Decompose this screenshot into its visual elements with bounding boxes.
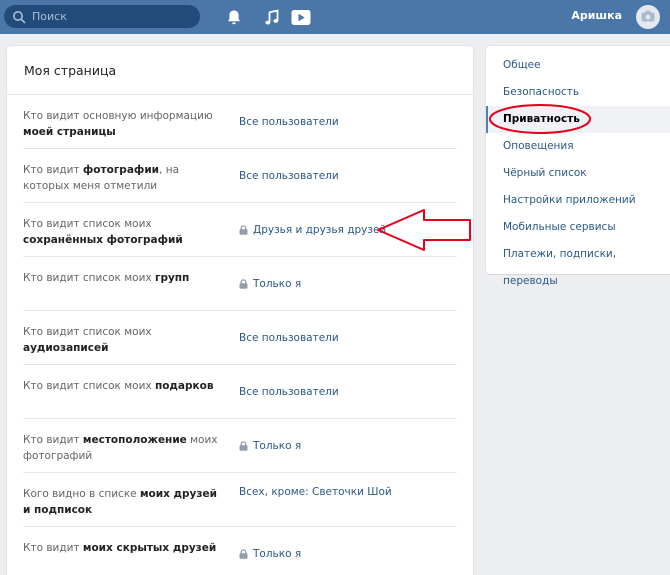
setting-label-text: Кто видит список моих [23, 272, 155, 284]
setting-label-text: Кто видит [23, 164, 83, 176]
setting-label-text: Кто видит [23, 542, 83, 554]
setting-label: Кто видит список моих подарков [23, 378, 223, 394]
nav-item-app-settings[interactable]: Настройки приложений [486, 187, 670, 214]
setting-value-text[interactable]: Все пользователи [239, 170, 339, 182]
setting-label: Кто видит фотографии, на которых меня от… [23, 162, 223, 194]
setting-label-text: Кого видно в списке [23, 488, 140, 500]
setting-label-bold: подарков [154, 380, 214, 392]
setting-label-bold: групп [154, 272, 190, 284]
setting-label-bold: фотографии [82, 164, 160, 176]
setting-value-text[interactable]: Только я [253, 548, 301, 560]
setting-value-dropdown[interactable]: Все пользователи [239, 332, 339, 344]
nav-item-notifications[interactable]: Оповещения [486, 133, 670, 160]
search-input[interactable] [32, 10, 182, 23]
setting-value-dropdown[interactable]: Все пользователи [239, 386, 339, 398]
setting-label: Кто видит список моих аудиозаписей [23, 324, 223, 356]
setting-value-dropdown[interactable]: Друзья и друзья друзей [239, 224, 386, 236]
setting-value-dropdown[interactable]: Всех, кроме: Светочки Шой [239, 486, 392, 498]
camera-icon [641, 10, 655, 25]
privacy-panel: Моя страница Кто видит основную информац… [7, 46, 473, 575]
lock-icon [239, 549, 248, 559]
setting-label: Кого видно в списке моих друзей и подпис… [23, 486, 223, 518]
setting-label-text: Кто видит список моих [23, 380, 155, 392]
setting-value-text[interactable]: Все пользователи [239, 386, 339, 398]
lock-icon [239, 225, 248, 235]
setting-label-bold: моих скрытых друзей [82, 542, 217, 554]
setting-label: Кто видит местоположение моих фотографий [23, 432, 223, 464]
setting-value-dropdown[interactable]: Все пользователи [239, 170, 339, 182]
avatar[interactable] [636, 5, 660, 29]
setting-value-text[interactable]: Все пользователи [239, 116, 339, 128]
lock-icon [239, 441, 248, 451]
nav-item-privacy[interactable]: Приватность [486, 106, 670, 133]
setting-label-text: Кто видит [23, 434, 83, 446]
setting-label-text: Кто видит основную информацию [23, 110, 213, 122]
video-icon[interactable] [291, 8, 311, 26]
setting-value-text[interactable]: Только я [253, 278, 301, 290]
setting-label: Кто видит список моих групп [23, 270, 223, 286]
nav-item-payments[interactable]: Платежи, подписки, переводы [486, 241, 670, 287]
privacy-setting-row: Кого видно в списке моих друзей и подпис… [23, 473, 457, 527]
setting-value-dropdown[interactable]: Только я [239, 440, 301, 452]
setting-label: Кто видит список моих сохранённых фотогр… [23, 216, 223, 248]
bell-icon[interactable] [225, 8, 243, 26]
setting-value-dropdown[interactable]: Только я [239, 278, 301, 290]
top-bar: Аришка [0, 0, 670, 34]
search-icon [12, 10, 26, 24]
search-box[interactable] [4, 5, 200, 28]
setting-value-dropdown[interactable]: Все пользователи [239, 116, 339, 128]
nav-item-security[interactable]: Безопасность [486, 79, 670, 106]
setting-value-text[interactable]: Только я [253, 440, 301, 452]
privacy-setting-row: Кто видит фотографии, на которых меня от… [23, 149, 457, 203]
setting-label-bold: моей страницы [23, 126, 116, 138]
setting-label: Кто видит моих скрытых друзей [23, 540, 223, 556]
music-icon[interactable] [263, 8, 281, 26]
setting-value-text[interactable]: Друзья и друзья друзей [253, 224, 386, 236]
nav-item-blacklist[interactable]: Чёрный список [486, 160, 670, 187]
nav-item-mobile-services[interactable]: Мобильные сервисы [486, 214, 670, 241]
privacy-setting-row: Кто видит местоположение моих фотографий… [23, 419, 457, 473]
privacy-setting-row: Кто видит список моих групп Только я [23, 257, 457, 311]
settings-nav: Общее Безопасность Приватность Оповещения Чё… [486, 46, 670, 287]
setting-value-text[interactable]: Все пользователи [239, 332, 339, 344]
setting-label: Кто видит основную информацию моей стран… [23, 108, 223, 140]
page-title: Моя страница [7, 46, 473, 95]
user-name[interactable]: Аришка [571, 9, 622, 22]
setting-value-dropdown[interactable]: Только я [239, 548, 301, 560]
setting-label-text: Кто видит список моих [23, 326, 152, 338]
privacy-setting-row: Кто видит список моих аудиозаписей Все по… [23, 311, 457, 365]
setting-label-text: Кто видит список моих [23, 218, 152, 230]
lock-icon [239, 279, 248, 289]
privacy-settings-list: Кто видит основную информацию моей стран… [7, 95, 473, 575]
nav-item-general[interactable]: Общее [486, 52, 670, 79]
setting-value-text[interactable]: Всех, кроме: Светочки Шой [239, 486, 392, 498]
privacy-setting-row: Кто видит основную информацию моей стран… [23, 95, 457, 149]
setting-label-bold: местоположение [82, 434, 187, 446]
setting-label-bold: аудиозаписей [23, 342, 109, 354]
privacy-setting-row: Кто видит моих скрытых друзей Только я [23, 527, 457, 575]
setting-label-bold: сохранённых фотографий [23, 234, 183, 246]
privacy-setting-row: Кто видит список моих сохранённых фотогр… [23, 203, 457, 257]
privacy-setting-row: Кто видит список моих подарков Все пользо… [23, 365, 457, 419]
